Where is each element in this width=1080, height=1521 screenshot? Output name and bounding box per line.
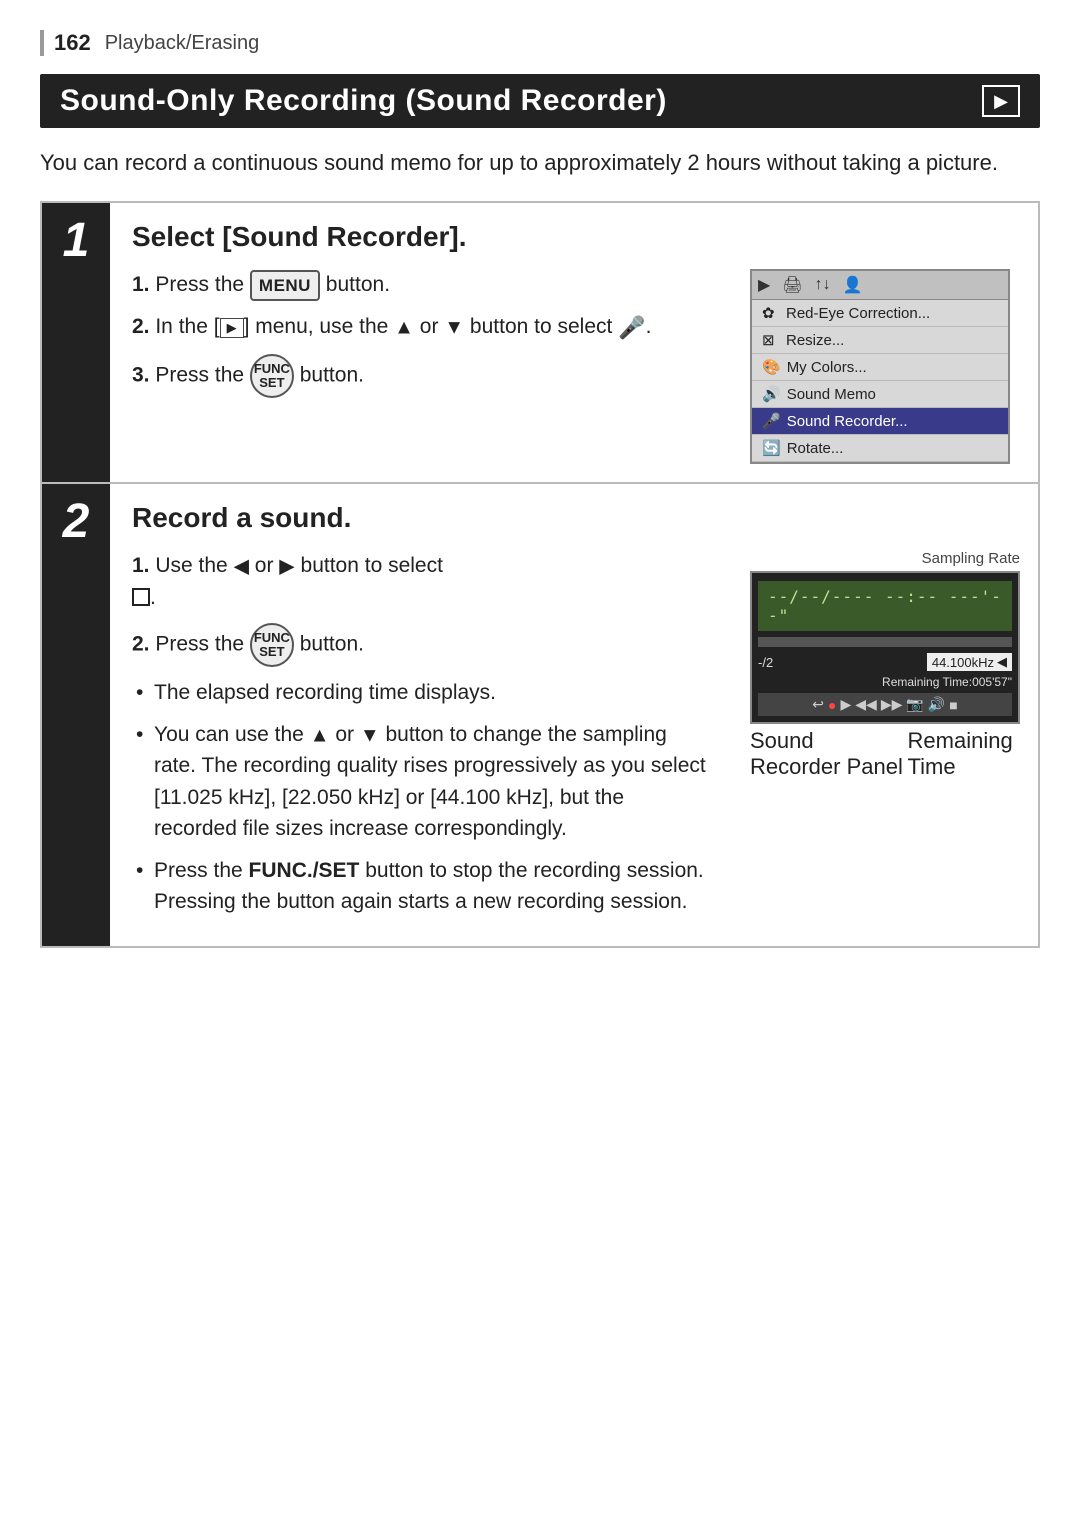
step-2-item-2: 2. Press the FUNCSET button. bbox=[132, 623, 710, 667]
rotate-icon: 🔄 bbox=[762, 439, 781, 457]
topbar-icon-person: 👤 bbox=[843, 275, 863, 295]
playback-icon-box: ▶ bbox=[982, 85, 1020, 117]
step-2-bullets: The elapsed recording time displays. You… bbox=[132, 677, 710, 918]
ctrl-stop: ■ bbox=[949, 697, 957, 713]
camera-menu: ▶ 🖨 ↑↓ 👤 ✿ Red-Eye Correction... ⊠ bbox=[750, 269, 1010, 464]
resize-icon: ⊠ bbox=[762, 331, 780, 349]
menu-item-sound-memo: 🔊 Sound Memo bbox=[752, 381, 1008, 408]
page-container: 162 Playback/Erasing Sound-Only Recordin… bbox=[0, 0, 1080, 1008]
sound-memo-icon: 🔊 bbox=[762, 385, 781, 403]
recorder-minus2: -/2 bbox=[758, 655, 773, 670]
menu-item-sound-recorder: 🎤 Sound Recorder... bbox=[752, 408, 1008, 435]
step-1-item-1: 1. Press the MENU button. bbox=[132, 269, 730, 301]
recorder-info-row: -/2 44.100kHz ◀ bbox=[758, 653, 1012, 671]
ctrl-next: ▶▶ bbox=[881, 696, 903, 713]
topbar-icon-play: ▶ bbox=[758, 275, 770, 295]
step-1-row: 1 Select [Sound Recorder]. 1. Press the … bbox=[42, 203, 1038, 484]
ctrl-record: ● bbox=[828, 697, 836, 713]
step-2-number: 2 bbox=[42, 484, 110, 946]
intro-text: You can record a continuous sound memo f… bbox=[40, 146, 1040, 179]
step-1-number: 1 bbox=[42, 203, 110, 482]
step-2-item-1: 1. Use the ◀ or ▶ button to select . bbox=[132, 550, 710, 613]
menu-item-rotate: 🔄 Rotate... bbox=[752, 435, 1008, 462]
topbar-icon-print: 🖨 bbox=[782, 275, 802, 295]
recorder-side-labels: Sound Recorder Panel Remaining Time bbox=[750, 728, 1020, 780]
step-1-item-2: 2. In the [▶] menu, use the ▲ or ▼ butto… bbox=[132, 311, 730, 344]
page-number: 162 bbox=[54, 30, 91, 56]
step-2-content: Record a sound. 1. Use the ◀ or ▶ button… bbox=[110, 484, 1038, 946]
bullet-3: Press the FUNC./SET button to stop the r… bbox=[132, 855, 710, 918]
my-colors-icon: 🎨 bbox=[762, 358, 781, 376]
section-title-bar: Sound-Only Recording (Sound Recorder) ▶ bbox=[40, 74, 1040, 128]
step-1-image-col: ▶ 🖨 ↑↓ 👤 ✿ Red-Eye Correction... ⊠ bbox=[750, 269, 1020, 464]
sound-recorder-panel-label: Sound Recorder Panel bbox=[750, 728, 908, 780]
step-2-row: 2 Record a sound. 1. Use the ◀ or ▶ butt… bbox=[42, 484, 1038, 946]
step-2-heading: Record a sound. bbox=[132, 502, 1020, 534]
playback-icon-inline: ▶ bbox=[220, 318, 244, 338]
khz-arrow: ◀ bbox=[997, 654, 1007, 670]
recorder-remaining: Remaining Time:005'57" bbox=[758, 675, 1012, 689]
func-set-button: FUNCSET bbox=[250, 354, 294, 398]
sound-recorder-icon: 🎤 bbox=[762, 412, 781, 430]
steps-container: 1 Select [Sound Recorder]. 1. Press the … bbox=[40, 201, 1040, 948]
remaining-time-label: Remaining Time bbox=[908, 728, 1020, 780]
page-section-label: Playback/Erasing bbox=[105, 32, 260, 55]
step-2-image-col: Sampling Rate --/--/---- --:-- ---'--" -… bbox=[730, 550, 1020, 780]
func-set-button-2: FUNCSET bbox=[250, 623, 294, 667]
sampling-rate-label: Sampling Rate bbox=[922, 550, 1020, 567]
recorder-controls: ↩ ● ▶ ◀◀ ▶▶ 📷 🔊 ■ bbox=[758, 693, 1012, 716]
ctrl-prev: ◀◀ bbox=[855, 696, 877, 713]
recorder-panel: --/--/---- --:-- ---'--" -/2 44.100kHz ◀ bbox=[750, 571, 1020, 724]
step-1-text-col: 1. Press the MENU button. 2. In the [▶] … bbox=[132, 269, 730, 408]
ctrl-play: ▶ bbox=[840, 696, 851, 713]
square-symbol bbox=[132, 588, 150, 606]
menu-button: MENU bbox=[250, 270, 320, 302]
ctrl-undo: ↩ bbox=[812, 696, 824, 713]
step-2-inner: 1. Use the ◀ or ▶ button to select . 2. … bbox=[132, 550, 1020, 928]
menu-item-my-colors: 🎨 My Colors... bbox=[752, 354, 1008, 381]
playback-icon: ▶ bbox=[994, 91, 1008, 112]
menu-item-resize: ⊠ Resize... bbox=[752, 327, 1008, 354]
topbar-icon-sort: ↑↓ bbox=[815, 276, 831, 294]
sound-icon: 🎤 bbox=[618, 315, 645, 340]
page-header: 162 Playback/Erasing bbox=[40, 30, 1040, 56]
ctrl-camera: 📷 bbox=[906, 696, 923, 713]
step-1-content: Select [Sound Recorder]. 1. Press the ME… bbox=[110, 203, 1038, 482]
bullet-2: You can use the ▲ or ▼ button to change … bbox=[132, 719, 710, 845]
step-1-inner: 1. Press the MENU button. 2. In the [▶] … bbox=[132, 269, 1020, 464]
bullet-1: The elapsed recording time displays. bbox=[132, 677, 710, 709]
recorder-bar bbox=[758, 637, 1012, 647]
step-1-item-3: 3. Press the FUNCSET button. bbox=[132, 354, 730, 398]
red-eye-icon: ✿ bbox=[762, 304, 780, 322]
recorder-display: --/--/---- --:-- ---'--" bbox=[758, 581, 1012, 631]
recorder-khz: 44.100kHz ◀ bbox=[927, 653, 1012, 671]
menu-item-red-eye: ✿ Red-Eye Correction... bbox=[752, 300, 1008, 327]
section-title: Sound-Only Recording (Sound Recorder) bbox=[60, 84, 982, 118]
step-1-heading: Select [Sound Recorder]. bbox=[132, 221, 1020, 253]
step-2-text-col: 1. Use the ◀ or ▶ button to select . 2. … bbox=[132, 550, 710, 928]
camera-menu-topbar: ▶ 🖨 ↑↓ 👤 bbox=[752, 271, 1008, 300]
ctrl-speaker: 🔊 bbox=[928, 696, 945, 713]
